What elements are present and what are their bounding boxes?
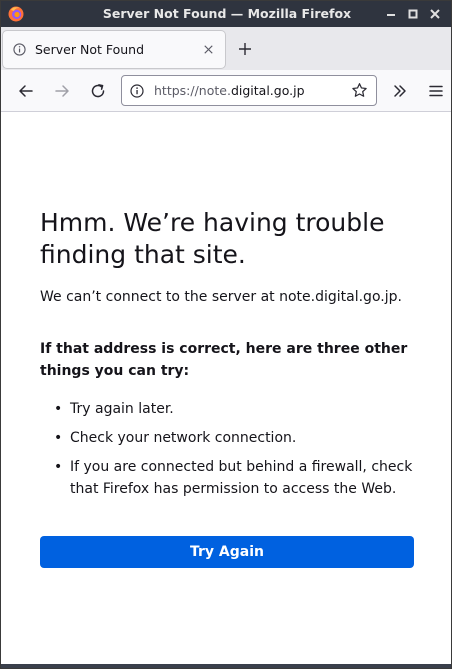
error-description: We can’t connect to the server at note.d… <box>40 289 402 305</box>
reload-icon[interactable] <box>89 82 107 100</box>
url-domain: digital.go.jp <box>230 83 305 98</box>
star-icon[interactable] <box>351 82 368 99</box>
tips-heading: If that address is correct, here are thr… <box>40 341 408 379</box>
close-icon <box>430 9 440 19</box>
maximize-button[interactable] <box>406 7 420 21</box>
tip-text: Try again later. <box>70 401 174 417</box>
plus-icon[interactable] <box>237 41 253 57</box>
tab-label: Server Not Found <box>35 42 145 57</box>
navigation-toolbar: https://note.digital.go.jp <box>1 70 451 112</box>
tips-list: • Try again later. • Check your network co… <box>40 398 420 500</box>
list-item: • Try again later. <box>40 398 420 427</box>
browser-window: Server Not Found — Mozilla Firefox Serve… <box>0 0 452 669</box>
window-bottom-border <box>1 664 451 668</box>
tip-text: Check your network connection. <box>70 430 297 446</box>
list-item: • Check your network connection. <box>40 427 420 456</box>
info-icon[interactable] <box>130 84 144 98</box>
error-heading: Hmm. We’re having trouble finding that s… <box>40 208 385 269</box>
tab-strip: Server Not Found <box>1 27 451 70</box>
window-close-button[interactable] <box>428 7 442 21</box>
error-page: Hmm. We’re having trouble finding that s… <box>1 112 451 664</box>
forward-arrow-icon[interactable] <box>53 82 71 100</box>
hamburger-menu-icon[interactable] <box>427 82 445 100</box>
url-text[interactable]: https://note.digital.go.jp <box>154 76 305 105</box>
try-again-button[interactable]: Try Again <box>40 536 414 568</box>
minimize-button[interactable] <box>384 7 398 21</box>
tip-text: If you are connected but behind a firewa… <box>70 459 413 497</box>
minimize-icon <box>387 14 395 16</box>
back-arrow-icon[interactable] <box>17 82 35 100</box>
bullet: • <box>54 401 63 417</box>
tab-server-not-found[interactable]: Server Not Found <box>3 31 225 68</box>
list-item: • If you are connected but behind a firew… <box>40 456 420 500</box>
url-prefix: https://note. <box>154 83 231 98</box>
maximize-icon <box>408 9 418 19</box>
title-bar: Server Not Found — Mozilla Firefox <box>1 1 451 27</box>
info-icon <box>13 43 26 56</box>
bullet: • <box>54 430 63 446</box>
close-icon[interactable] <box>201 42 216 57</box>
bullet: • <box>54 459 63 475</box>
double-chevron-icon[interactable] <box>391 82 409 100</box>
url-bar[interactable]: https://note.digital.go.jp <box>121 75 377 106</box>
